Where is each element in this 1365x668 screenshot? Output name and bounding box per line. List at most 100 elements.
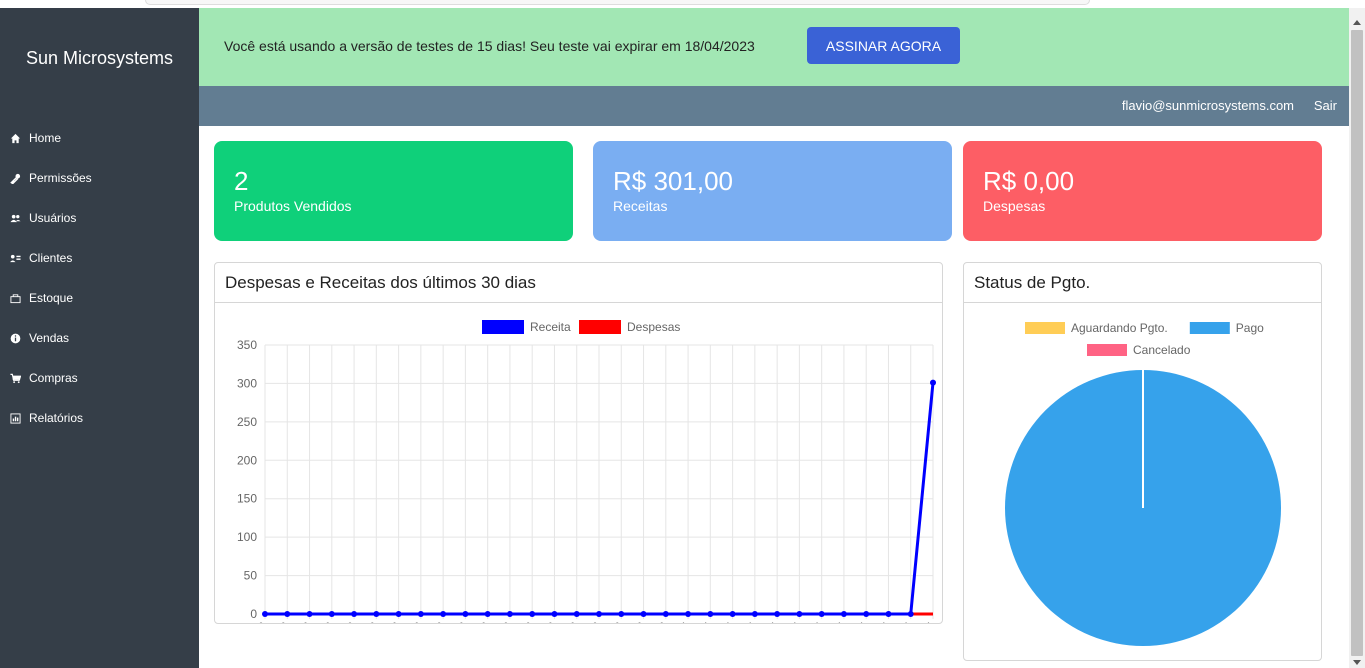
sidebar: Sun Microsystems Home Permissões Usuário… xyxy=(0,8,199,668)
expenses-label: Despesas xyxy=(983,198,1046,214)
x-tick-label: 11/04 xyxy=(889,620,915,623)
sidebar-item-clientes[interactable]: Clientes xyxy=(0,238,199,278)
x-tick-label: 01/04 xyxy=(665,620,692,623)
box-icon xyxy=(9,292,21,304)
sidebar-item-label: Permissões xyxy=(29,171,92,185)
x-tick-label: 18/03 xyxy=(354,620,381,623)
page-scrollbar[interactable] xyxy=(1349,8,1365,668)
x-tick-label: 27/03 xyxy=(554,620,581,623)
x-tick-label: 03/04 xyxy=(710,620,737,623)
x-tick-label: 05/04 xyxy=(755,620,782,623)
subscribe-now-button[interactable]: ASSINAR AGORA xyxy=(807,27,960,64)
data-point xyxy=(640,611,647,617)
legend-label: Aguardando Pgto. xyxy=(1071,321,1168,335)
data-point xyxy=(907,611,914,617)
x-tick-label: 09/04 xyxy=(844,620,871,623)
data-point xyxy=(484,611,491,617)
sidebar-item-permissoes[interactable]: Permissões xyxy=(0,158,199,198)
data-point xyxy=(774,611,781,617)
data-point xyxy=(729,611,736,617)
legend-label: Cancelado xyxy=(1133,343,1191,357)
line-chart-panel: Despesas e Receitas dos últimos 30 dias … xyxy=(214,262,943,649)
y-tick-label: 0 xyxy=(250,607,257,621)
data-point xyxy=(440,611,447,617)
legend-label-despesas: Despesas xyxy=(627,320,680,334)
sidebar-item-usuarios[interactable]: Usuários xyxy=(0,198,199,238)
sidebar-item-home[interactable]: Home xyxy=(0,118,199,158)
line-chart-title: Despesas e Receitas dos últimos 30 dias xyxy=(215,263,942,303)
data-point xyxy=(596,611,602,617)
report-icon xyxy=(9,412,21,424)
data-point xyxy=(818,611,825,617)
data-point xyxy=(373,611,380,617)
sidebar-item-label: Relatórios xyxy=(29,411,84,425)
data-point xyxy=(618,611,625,617)
logout-link[interactable]: Sair xyxy=(1314,98,1337,113)
x-tick-label: 12/04 xyxy=(910,620,937,623)
x-tick-label: 14/03 xyxy=(265,620,292,623)
trial-message: Você está usando a versão de testes de 1… xyxy=(224,38,755,54)
scroll-down-arrow-icon[interactable] xyxy=(1353,660,1361,665)
pie-chart: Aguardando Pgto. Pago Cancelado xyxy=(1005,321,1281,646)
x-tick-label: 26/03 xyxy=(532,620,559,623)
brand-title: Sun Microsystems xyxy=(26,48,174,68)
revenue-label: Receitas xyxy=(613,198,668,214)
x-tick-label: 29/03 xyxy=(599,620,626,623)
x-tick-label: 20/03 xyxy=(398,620,425,623)
x-tick-label: 06/04 xyxy=(777,620,804,623)
legend-swatch xyxy=(1087,344,1127,356)
top-bar: flavio@sunmicrosystems.com Sair xyxy=(199,86,1349,126)
y-tick-label: 300 xyxy=(237,376,257,390)
clients-icon xyxy=(9,252,21,264)
data-point xyxy=(840,611,847,617)
data-point xyxy=(417,611,424,617)
pie-chart-title: Status de Pgto. xyxy=(964,263,1321,303)
sidebar-item-vendas[interactable]: Vendas xyxy=(0,318,199,358)
x-tick-label: 02/04 xyxy=(688,620,715,623)
x-tick-label: 23/03 xyxy=(465,620,492,623)
data-point xyxy=(863,611,870,617)
sidebar-item-estoque[interactable]: Estoque xyxy=(0,278,199,318)
sidebar-menu: Home Permissões Usuários Clientes Estoqu… xyxy=(0,118,199,438)
sidebar-item-label: Home xyxy=(29,131,62,145)
x-tick-label: 04/04 xyxy=(732,620,759,623)
sidebar-item-compras[interactable]: Compras xyxy=(0,358,199,398)
data-point xyxy=(506,611,513,617)
sidebar-item-label: Compras xyxy=(29,371,78,385)
browser-top-strip xyxy=(0,0,1365,8)
cart-icon xyxy=(9,372,21,384)
x-tick-label: 22/03 xyxy=(443,620,470,623)
products-sold-value: 2 xyxy=(234,166,249,196)
x-tick-label: 24/03 xyxy=(487,620,514,623)
data-point xyxy=(328,611,335,617)
x-tick-label: 19/03 xyxy=(376,620,403,623)
data-point xyxy=(306,611,313,617)
data-point xyxy=(707,611,714,617)
x-tick-label: 08/04 xyxy=(821,620,848,623)
expenses-card: R$ 0,00 Despesas xyxy=(963,141,1322,241)
data-point xyxy=(573,611,580,617)
products-sold-card: 2 Produtos Vendidos xyxy=(214,141,573,241)
sidebar-item-relatorios[interactable]: Relatórios xyxy=(0,398,199,438)
data-point xyxy=(351,611,358,617)
scrollbar-thumb[interactable] xyxy=(1351,30,1363,656)
data-point xyxy=(529,611,536,617)
data-point xyxy=(395,611,402,617)
x-tick-label: 16/03 xyxy=(309,620,336,623)
users-icon xyxy=(9,212,21,224)
x-tick-label: 15/03 xyxy=(287,620,314,623)
legend-label-receita: Receita xyxy=(530,320,571,334)
user-email[interactable]: flavio@sunmicrosystems.com xyxy=(1122,98,1294,113)
y-tick-label: 50 xyxy=(244,569,258,583)
data-point xyxy=(685,611,692,617)
scroll-up-arrow-icon[interactable] xyxy=(1353,20,1361,25)
x-tick-label: 30/03 xyxy=(621,620,648,623)
data-point xyxy=(885,611,892,617)
legend-swatch xyxy=(1025,322,1065,334)
sidebar-item-label: Estoque xyxy=(29,291,74,305)
pie-chart-panel: Status de Pgto. Aguardando Pgto. Pago Canc… xyxy=(963,262,1322,661)
x-tick-label: 31/03 xyxy=(643,620,670,623)
y-tick-label: 200 xyxy=(237,453,257,467)
data-point xyxy=(930,379,936,386)
x-tick-label: 21/03 xyxy=(421,620,448,623)
